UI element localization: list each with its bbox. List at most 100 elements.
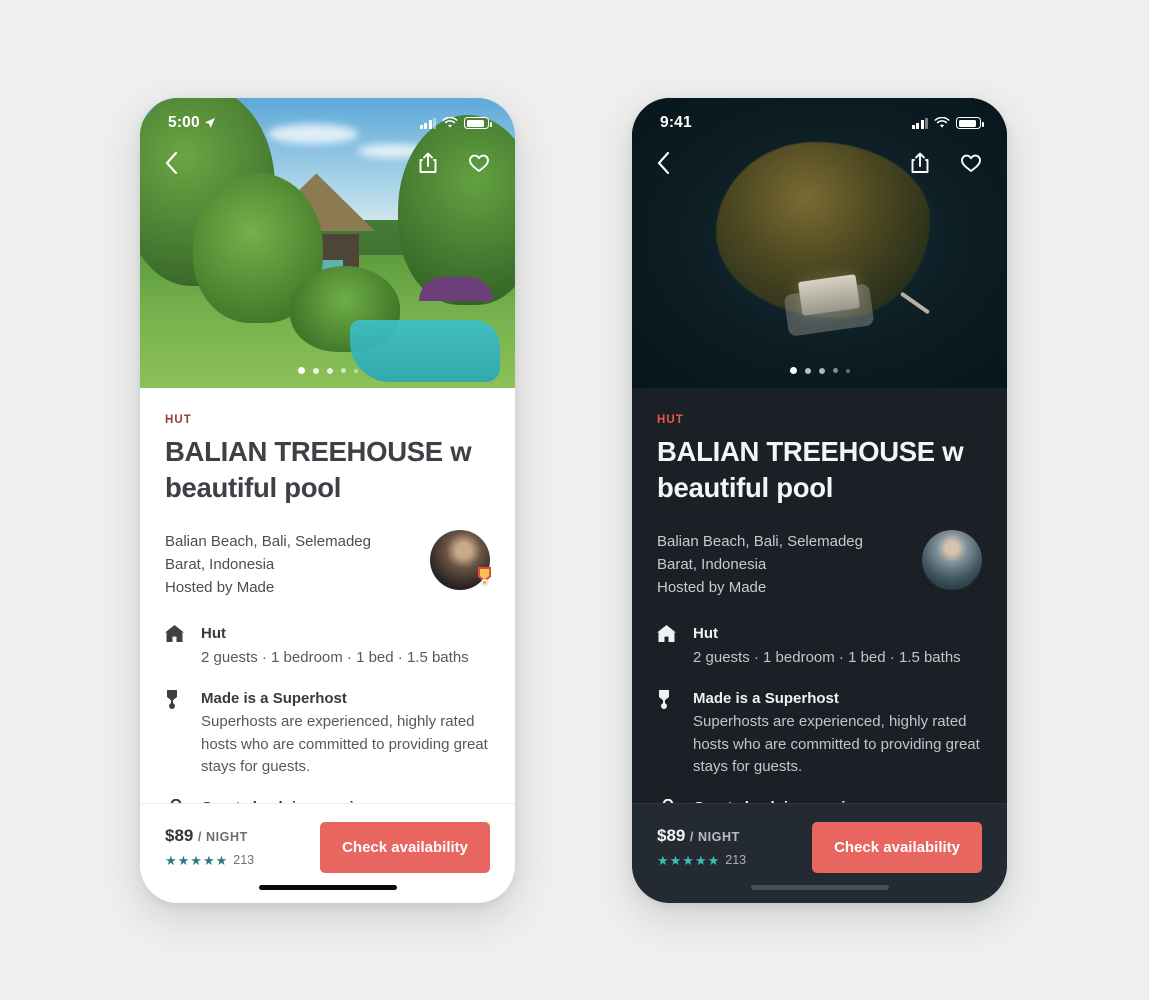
carousel-dots-dark[interactable] [632,367,1007,374]
share-icon[interactable] [910,152,930,174]
carousel-dot[interactable] [340,368,346,373]
avatar-image [922,529,982,590]
hero-actions [910,152,982,174]
status-time-text: 5:00 [168,114,200,131]
mockup-stage: 5:00 HUT BALIAN TREEHOUSE w beautiful po… [0,0,1149,1000]
carousel-dot[interactable] [804,367,811,374]
status-time: 9:41 [660,114,692,132]
home-indicator [258,885,397,890]
host-line: Hosted by Made [657,579,767,596]
hero-photo-dark[interactable]: 9:41 [632,98,1007,388]
feature-heading: Hut [693,625,718,643]
listing-location-block: Balian Beach, Bali, Selemadeg Barat, Ind… [657,530,863,600]
star-rating-icon: ★★★★★ [165,852,229,868]
phone-light: 5:00 HUT BALIAN TREEHOUSE w beautiful po… [140,98,515,903]
listing-title: BALIAN TREEHOUSE w beautiful pool [657,436,964,503]
price-block: $89 / NIGHT ★★★★★ 213 [657,826,746,867]
feature-body: 2 guests · 1 bedroom · 1 bed · 1.5 baths [693,649,961,666]
carousel-dot[interactable] [832,368,838,373]
home-indicator [750,885,889,890]
feature-row: Hut 2 guests · 1 bedroom · 1 bed · 1.5 b… [657,623,982,669]
price-amount: $89 [657,826,686,845]
feature-text: Made is a Superhost Superhosts are exper… [201,688,490,779]
location-arrow-icon [204,118,215,128]
review-count: 213 [725,853,747,867]
phone-dark: 9:41 HUT BALIAN TREEHOUSE w beautiful po… [632,98,1007,903]
listing-features-dark: Hut 2 guests · 1 bedroom · 1 bed · 1.5 b… [657,623,982,818]
host-avatar[interactable] [922,529,982,590]
address-line-2: Barat, Indonesia [657,555,767,573]
cellular-signal-icon [419,117,436,129]
carousel-dot-active[interactable] [789,367,797,374]
star-rating-icon: ★★★★★ [657,852,721,868]
hut-icon [165,623,184,669]
listing-features-light: Hut 2 guests · 1 bedroom · 1 bed · 1.5 b… [165,623,490,818]
favorite-heart-icon[interactable] [468,153,490,173]
rating-row[interactable]: ★★★★★ 213 [165,853,254,867]
wifi-icon [934,117,950,128]
favorite-heart-icon[interactable] [960,153,982,173]
listing-meta-row: Balian Beach, Bali, Selemadeg Barat, Ind… [165,529,491,600]
superhost-medal-icon [657,688,676,779]
hut-icon [657,623,676,669]
back-button[interactable] [657,151,670,175]
hero-actions [418,152,490,174]
price-row: $89 / NIGHT [165,826,254,846]
back-button[interactable] [165,151,178,175]
carousel-dot[interactable] [353,368,358,373]
listing-meta-row: Balian Beach, Bali, Selemadeg Barat, Ind… [657,529,982,600]
status-time-text: 9:41 [660,114,692,131]
feature-row: Made is a Superhost Superhosts are exper… [657,688,982,779]
check-availability-button[interactable]: Check availability [812,822,982,873]
feature-body: Superhosts are experienced, highly rated… [201,713,488,776]
hero-photo-light[interactable]: 5:00 [140,98,515,388]
status-indicators [911,117,984,129]
listing-kicker: HUT [657,414,684,426]
listing-kicker: HUT [165,414,192,426]
listing-location-block: Balian Beach, Bali, Selemadeg Barat, Ind… [165,530,371,600]
superhost-badge-icon [478,566,491,586]
feature-heading: Made is a Superhost [201,689,347,707]
carousel-dots-light[interactable] [140,367,515,374]
address-line-2: Barat, Indonesia [165,555,275,573]
carousel-dot-active[interactable] [297,367,305,374]
feature-text: Made is a Superhost Superhosts are exper… [693,688,982,779]
host-line: Hosted by Made [165,579,275,596]
carousel-dot[interactable] [312,367,319,374]
rating-row[interactable]: ★★★★★ 213 [657,853,746,867]
status-indicators [419,117,492,129]
review-count: 213 [233,853,255,867]
address-line-1: Balian Beach, Bali, Selemadeg [165,532,371,550]
price-period: / NIGHT [689,830,740,844]
share-icon[interactable] [418,152,438,174]
feature-body: 2 guests · 1 bedroom · 1 bed · 1.5 baths [201,649,469,666]
carousel-dot[interactable] [326,367,333,374]
umbrella-shape [418,277,493,301]
feature-row: Hut 2 guests · 1 bedroom · 1 bed · 1.5 b… [165,623,490,669]
cellular-signal-icon [911,117,928,129]
status-bar-dark: 9:41 [632,98,1007,138]
carousel-dot[interactable] [845,368,850,373]
superhost-medal-icon [165,688,184,779]
price-block: $89 / NIGHT ★★★★★ 213 [165,826,254,867]
feature-text: Hut 2 guests · 1 bedroom · 1 bed · 1.5 b… [201,623,469,669]
price-row: $89 / NIGHT [657,826,746,846]
listing-title: BALIAN TREEHOUSE w beautiful pool [165,436,472,503]
carousel-dot[interactable] [818,367,825,374]
feature-heading: Hut [201,625,226,643]
feature-row: Made is a Superhost Superhosts are exper… [165,688,490,779]
feature-text: Hut 2 guests · 1 bedroom · 1 bed · 1.5 b… [693,623,961,669]
check-availability-button[interactable]: Check availability [320,822,490,873]
hero-nav-light [140,146,515,180]
price-period: / NIGHT [197,830,248,844]
listing-content-dark: HUT BALIAN TREEHOUSE w beautiful pool Ba… [632,388,1007,819]
feature-heading: Made is a Superhost [693,689,839,707]
status-bar-light: 5:00 [140,98,515,138]
wifi-icon [442,117,458,128]
hero-nav-dark [632,146,1007,180]
address-line-1: Balian Beach, Bali, Selemadeg [657,532,863,550]
status-time: 5:00 [168,114,216,132]
feature-body: Superhosts are experienced, highly rated… [693,713,980,776]
host-avatar[interactable] [430,529,491,590]
listing-content-light: HUT BALIAN TREEHOUSE w beautiful pool Ba… [140,388,515,819]
